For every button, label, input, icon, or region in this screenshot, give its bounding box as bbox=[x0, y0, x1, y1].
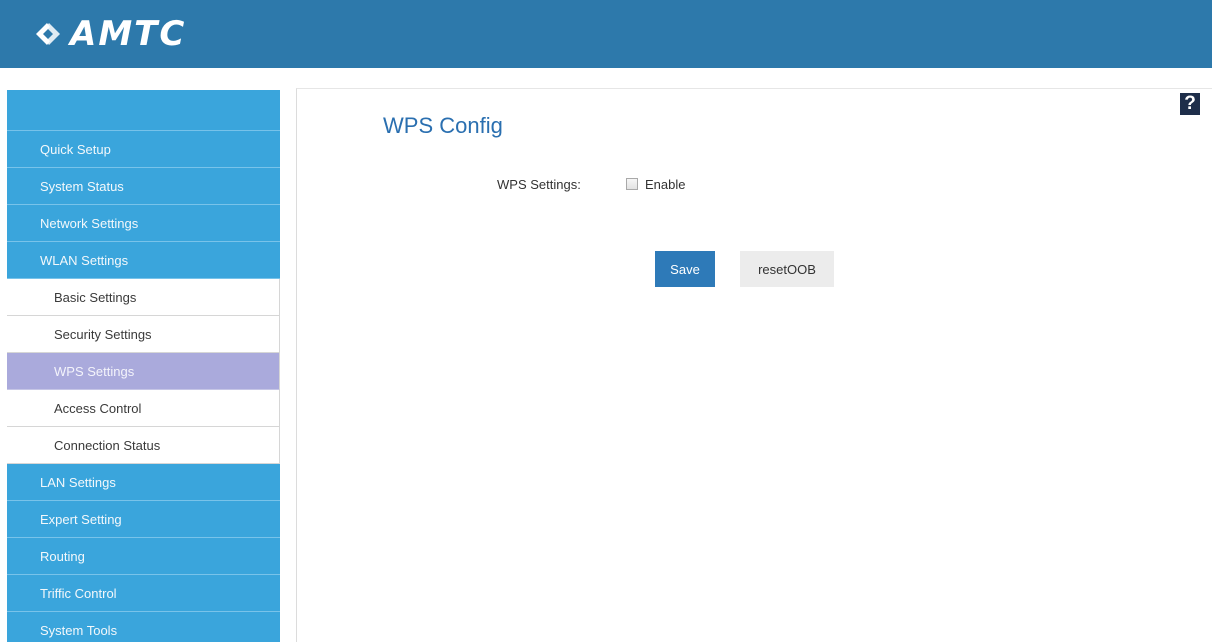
wps-enable-label[interactable]: Enable bbox=[645, 177, 685, 192]
sidebar-item-lan-settings[interactable]: LAN Settings bbox=[7, 464, 280, 501]
reset-oob-button[interactable]: resetOOB bbox=[740, 251, 834, 287]
sidebar-item-traffic-control[interactable]: Triffic Control bbox=[7, 575, 280, 612]
amtc-logo-icon bbox=[30, 19, 66, 49]
help-icon[interactable]: ? bbox=[1180, 93, 1200, 115]
sidebar-item-system-tools[interactable]: System Tools bbox=[7, 612, 280, 642]
sidebar-item-expert-setting[interactable]: Expert Setting bbox=[7, 501, 280, 538]
logo-text: AMTC bbox=[70, 14, 187, 54]
sidebar-item-wps-settings[interactable]: WPS Settings bbox=[7, 353, 280, 390]
sidebar-item-routing[interactable]: Routing bbox=[7, 538, 280, 575]
page-title: WPS Config bbox=[383, 113, 503, 138]
wps-enable-checkbox[interactable] bbox=[626, 178, 638, 190]
sidebar-item-security-settings[interactable]: Security Settings bbox=[7, 316, 280, 353]
sidebar-item-network-settings[interactable]: Network Settings bbox=[7, 205, 280, 242]
sidebar-header bbox=[7, 90, 280, 131]
sidebar-item-access-control[interactable]: Access Control bbox=[7, 390, 280, 427]
sidebar: Quick Setup System Status Network Settin… bbox=[7, 90, 280, 642]
save-button[interactable]: Save bbox=[655, 251, 715, 287]
logo: AMTC bbox=[30, 14, 186, 54]
sidebar-item-connection-status[interactable]: Connection Status bbox=[7, 427, 280, 464]
sidebar-item-quick-setup[interactable]: Quick Setup bbox=[7, 131, 280, 168]
sidebar-item-system-status[interactable]: System Status bbox=[7, 168, 280, 205]
sidebar-item-wlan-settings[interactable]: WLAN Settings bbox=[7, 242, 280, 279]
main-panel bbox=[296, 88, 1212, 642]
wps-settings-label: WPS Settings: bbox=[497, 177, 581, 192]
header-bar: AMTC bbox=[0, 0, 1212, 68]
sidebar-item-basic-settings[interactable]: Basic Settings bbox=[7, 279, 280, 316]
